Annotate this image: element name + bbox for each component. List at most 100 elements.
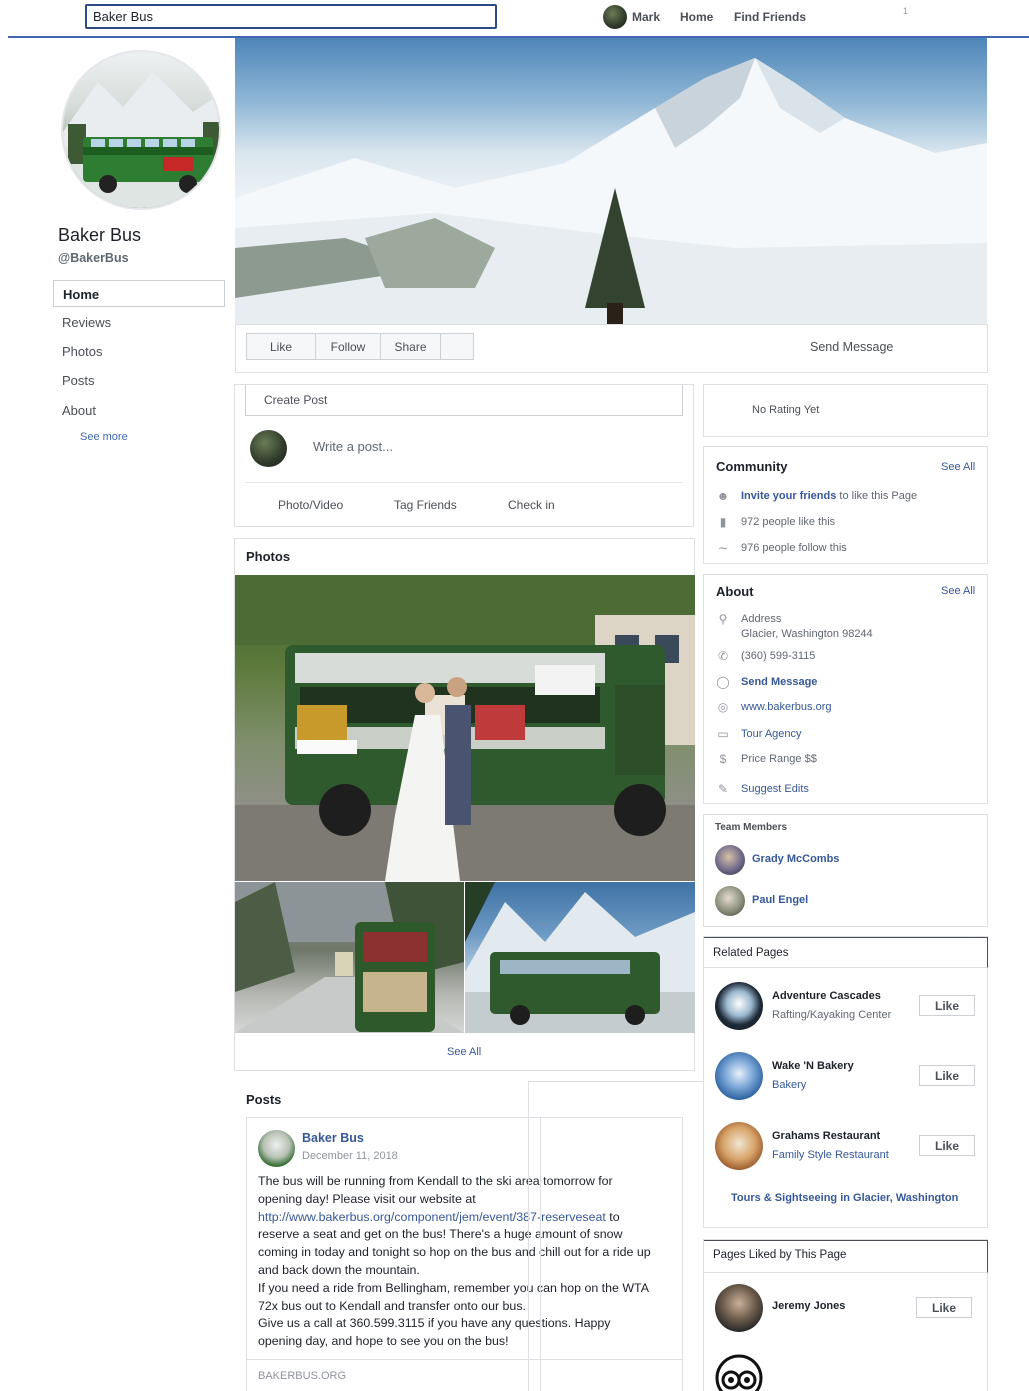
team-title: Team Members — [715, 822, 788, 833]
page-handle: @BakerBus — [58, 251, 129, 265]
community-see-all-link[interactable]: See All — [941, 461, 975, 473]
photo-video-button[interactable]: Photo/Video — [278, 498, 343, 512]
about-send-message-link[interactable]: Send Message — [741, 676, 817, 688]
team-member-name[interactable]: Paul Engel — [752, 894, 808, 906]
post-author-avatar[interactable] — [258, 1130, 295, 1167]
composer-avatar — [250, 430, 287, 467]
liked-page-name[interactable]: Jeremy Jones — [772, 1300, 845, 1312]
page-likes-count: 972 people like this — [741, 516, 836, 528]
photo-wedding-bus[interactable] — [235, 575, 695, 881]
nav-find-friends[interactable]: Find Friends — [734, 10, 806, 24]
about-title: About — [716, 584, 754, 599]
team-member-avatar[interactable] — [715, 886, 745, 916]
related-page-name[interactable]: Grahams Restaurant — [772, 1130, 880, 1142]
composer-input[interactable]: Write a post... — [313, 439, 393, 454]
related-page-avatar[interactable] — [715, 1122, 763, 1170]
about-see-all-link[interactable]: See All — [941, 585, 975, 597]
website-link[interactable]: www.bakerbus.org — [741, 701, 832, 713]
posts-title: Posts — [246, 1092, 282, 1107]
user-avatar[interactable] — [603, 5, 627, 29]
post-date[interactable]: December 11, 2018 — [302, 1150, 398, 1162]
sidebar-item-reviews[interactable]: Reviews — [53, 309, 225, 336]
like-page-button[interactable]: Like — [246, 333, 316, 360]
related-page-category: Bakery — [772, 1079, 807, 1091]
photo-snowy-road[interactable] — [235, 882, 464, 1033]
related-pages-title: Related Pages — [713, 947, 789, 959]
address-value[interactable]: Glacier, Washington 98244 — [741, 628, 873, 640]
tag-friends-button[interactable]: Tag Friends — [394, 498, 457, 512]
sidebar-item-home[interactable]: Home — [53, 280, 225, 307]
cover-mountain-image — [235, 58, 987, 325]
create-post-tab[interactable]: Create Post — [245, 385, 683, 416]
bus-mountains-image — [465, 882, 695, 1033]
send-message-button[interactable]: Send Message — [810, 340, 893, 354]
composer-divider — [245, 482, 683, 483]
related-page-name[interactable]: Wake 'N Bakery — [772, 1060, 854, 1072]
sidebar-item-posts[interactable]: Posts — [53, 367, 225, 394]
related-page-name[interactable]: Adventure Cascades — [772, 990, 881, 1002]
share-button[interactable]: Share — [380, 333, 441, 360]
related-page-avatar[interactable] — [715, 1052, 763, 1100]
liked-page-avatar[interactable] — [715, 1284, 763, 1332]
phone-icon: ✆ — [717, 649, 729, 663]
dollar-icon: $ — [719, 752, 727, 766]
post-link-domain[interactable]: BAKERBUS.ORG — [258, 1370, 346, 1382]
snowy-road-image — [235, 882, 464, 1033]
related-page-category: Rafting/Kayaking Center — [772, 1009, 892, 1021]
follow-button[interactable]: Follow — [315, 333, 381, 360]
liked-page-like-button[interactable]: Like — [916, 1297, 972, 1318]
page-name: Baker Bus — [58, 225, 142, 245]
nav-home[interactable]: Home — [680, 10, 713, 24]
address-label: Address — [741, 613, 782, 625]
sidebar-item-about[interactable]: About — [53, 397, 225, 424]
owl-logo-icon[interactable] — [715, 1354, 763, 1391]
sidebar-item-photos[interactable]: Photos — [53, 338, 225, 365]
more-button[interactable] — [440, 333, 474, 360]
post-author-name[interactable]: Baker Bus — [302, 1131, 364, 1145]
messenger-icon: ◯ — [716, 675, 730, 689]
see-more-link[interactable]: See more — [80, 431, 128, 443]
invite-friends-link[interactable]: Invite your friends — [741, 490, 836, 502]
photos-title: Photos — [246, 549, 291, 564]
related-location-link[interactable]: Tours & Sightseeing in Glacier, Washingt… — [731, 1192, 958, 1204]
related-page-like-button[interactable]: Like — [919, 995, 975, 1016]
rating-card — [703, 384, 988, 437]
invite-suffix: to like this Page — [836, 490, 918, 502]
check-in-button[interactable]: Check in — [508, 498, 555, 512]
invite-row: Invite your friends to like this Page — [741, 490, 917, 502]
liked-pages-title: Pages Liked by This Page — [713, 1249, 847, 1261]
globe-icon: ◎ — [717, 700, 729, 714]
team-member-avatar[interactable] — [715, 845, 745, 875]
related-page-category: Family Style Restaurant — [772, 1149, 889, 1161]
cover-photo[interactable] — [235, 38, 987, 325]
location-pin-icon: ⚲ — [718, 612, 728, 626]
about-card — [703, 574, 988, 804]
rss-follow-icon: ∼ — [717, 541, 729, 555]
thumbs-up-icon: ▮ — [719, 515, 727, 529]
owl-logo-shape — [715, 1354, 763, 1391]
phone-number[interactable]: (360) 599-3115 — [741, 650, 815, 662]
wedding-bus-image — [235, 575, 695, 881]
notification-count: 1 — [903, 6, 909, 16]
overlay-frame-inner — [540, 1117, 541, 1391]
related-page-avatar[interactable] — [715, 982, 763, 1030]
team-member-name[interactable]: Grady McCombs — [752, 853, 839, 865]
related-page-like-button[interactable]: Like — [919, 1135, 975, 1156]
community-title: Community — [716, 459, 788, 474]
category-tag-icon: ▭ — [717, 727, 729, 741]
suggest-edits-link[interactable]: Suggest Edits — [741, 783, 809, 795]
profile-picture[interactable] — [61, 50, 221, 210]
rating-text: No Rating Yet — [752, 404, 820, 416]
profile-bus-image — [63, 72, 219, 208]
photo-bus-mountains[interactable] — [465, 882, 695, 1033]
invite-friends-icon: ☻ — [716, 489, 730, 503]
search-input[interactable]: Baker Bus — [85, 4, 497, 29]
create-post-label: Create Post — [264, 393, 328, 407]
pencil-icon: ✎ — [717, 782, 729, 796]
nav-user-name[interactable]: Mark — [632, 10, 660, 24]
category-link[interactable]: Tour Agency — [741, 728, 802, 740]
page-follows-count: 976 people follow this — [741, 542, 847, 554]
photos-see-all-link[interactable]: See All — [447, 1046, 481, 1058]
related-page-like-button[interactable]: Like — [919, 1065, 975, 1086]
price-range: Price Range $$ — [741, 753, 817, 765]
